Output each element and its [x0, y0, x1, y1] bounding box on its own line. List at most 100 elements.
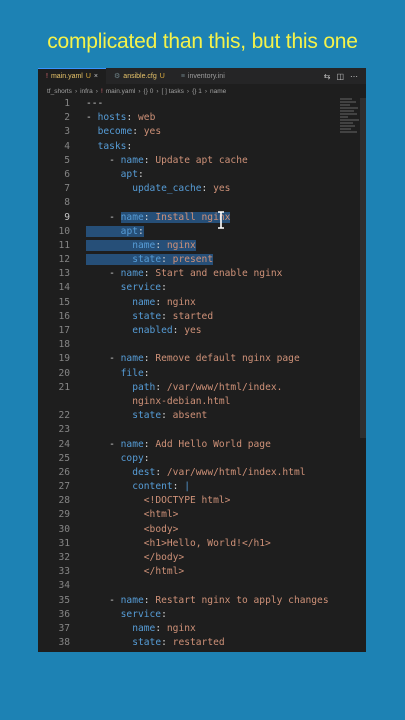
- code-line[interactable]: 32 </body>: [38, 551, 356, 565]
- code-line[interactable]: 14 service:: [38, 281, 356, 295]
- code-line[interactable]: 31 <h1>Hello, World!</h1>: [38, 537, 356, 551]
- yaml-file-icon: !: [100, 87, 103, 95]
- line-number: 30: [58, 523, 70, 535]
- yaml-key: name: [132, 239, 156, 251]
- yaml-value: nginx: [166, 239, 196, 251]
- minimap[interactable]: [340, 98, 360, 158]
- gear-icon: ⚙: [114, 73, 121, 80]
- yaml-value: absent: [172, 410, 208, 422]
- code-line[interactable]: 27 content: |: [38, 480, 356, 494]
- code-line[interactable]: 7 update_cache: yes: [38, 182, 356, 196]
- code-line[interactable]: 2 - hosts: web: [38, 111, 356, 125]
- tab-inventory-ini[interactable]: ≡ inventory.ini: [173, 68, 233, 84]
- code-area[interactable]: 1 --- 2- hosts: web 3 become: yes 4 tasks: 5 …: [38, 97, 356, 650]
- code-line[interactable]: 8: [38, 196, 356, 210]
- line-number: 34: [58, 580, 70, 592]
- code-line[interactable]: 26 dest: /var/www/html/index.html: [38, 466, 356, 480]
- code-line[interactable]: 28 <!DOCTYPE html>: [38, 494, 356, 508]
- code-line[interactable]: 4 tasks:: [38, 140, 356, 154]
- code-line[interactable]: 38 state: restarted: [38, 636, 356, 650]
- code-line[interactable]: 37 name: nginx: [38, 622, 356, 636]
- code-line[interactable]: 23: [38, 423, 356, 437]
- yaml-value: /var/www/html/index.html: [166, 466, 306, 478]
- yaml-value: Update apt cache: [155, 154, 248, 166]
- line-number: 10: [58, 225, 70, 237]
- code-line[interactable]: 11 name: nginx: [38, 239, 356, 253]
- video-caption: complicated than this, but this one: [47, 30, 358, 53]
- code-line[interactable]: 18: [38, 338, 356, 352]
- line-text: content: |: [86, 480, 190, 494]
- yaml-punct: [86, 325, 132, 336]
- close-tab-icon[interactable]: ×: [94, 73, 98, 80]
- line-text: become: yes: [86, 125, 162, 139]
- code-line[interactable]: 10 apt:: [38, 225, 356, 239]
- code-line[interactable]: 3 become: yes: [38, 125, 356, 139]
- yaml-punct: :: [138, 225, 144, 237]
- line-number: 17: [58, 325, 70, 336]
- yaml-key: content: [132, 481, 173, 493]
- line-text: <!DOCTYPE html>: [86, 494, 231, 508]
- code-line[interactable]: 35 - name: Restart nginx to apply change…: [38, 594, 356, 608]
- tab-main-yaml[interactable]: ! main.yaml U ×: [38, 68, 107, 84]
- yaml-key: dest: [132, 466, 156, 478]
- code-line[interactable]: 12 state: present: [38, 253, 356, 267]
- split-editor-icon[interactable]: ◫: [336, 72, 344, 81]
- yaml-punct: :: [143, 438, 156, 450]
- line-number: 18: [58, 339, 70, 351]
- yaml-punct: [109, 254, 133, 266]
- yaml-value: <body>: [143, 523, 179, 535]
- code-line[interactable]: 33 </html>: [38, 565, 356, 579]
- code-line[interactable]: 36 service:: [38, 608, 356, 622]
- breadcrumb-item[interactable]: {} 1: [192, 88, 202, 95]
- code-line[interactable]: 24 - name: Add Hello World page: [38, 438, 356, 452]
- code-line[interactable]: 29 <html>: [38, 508, 356, 522]
- line-text: - name: Update apt cache: [86, 154, 248, 168]
- line-text: file:: [86, 367, 150, 381]
- code-line[interactable]: 6 apt:: [38, 168, 356, 182]
- code-line[interactable]: 20 file:: [38, 367, 356, 381]
- yaml-value: <html>: [143, 509, 179, 521]
- code-line[interactable]: 22 state: absent: [38, 409, 356, 423]
- breadcrumb-item[interactable]: tf_shorts: [47, 88, 72, 95]
- line-number: 37: [58, 622, 70, 634]
- yaml-punct: [86, 225, 110, 237]
- breadcrumb-item[interactable]: name: [210, 88, 226, 95]
- yaml-value: started: [172, 310, 214, 322]
- code-line[interactable]: 16 state: started: [38, 310, 356, 324]
- yaml-punct: [86, 623, 132, 634]
- code-line[interactable]: nginx-debian.html: [38, 395, 356, 409]
- line-number: 31: [58, 537, 70, 549]
- yaml-key: name: [120, 268, 144, 280]
- breadcrumb-item[interactable]: infra: [80, 88, 93, 95]
- code-line[interactable]: 1 ---: [38, 97, 356, 111]
- code-line[interactable]: 5 - name: Update apt cache: [38, 154, 356, 168]
- compare-icon[interactable]: ⇆: [324, 72, 331, 81]
- yaml-punct: [86, 509, 144, 520]
- code-line[interactable]: 34: [38, 579, 356, 593]
- line-text: service:: [86, 608, 167, 622]
- yaml-value: nginx: [166, 622, 196, 634]
- yaml-punct: :: [143, 452, 150, 464]
- code-line[interactable]: 13 - name: Start and enable nginx: [38, 267, 356, 281]
- code-line[interactable]: 30 <body>: [38, 523, 356, 537]
- vertical-scrollbar[interactable]: [360, 98, 366, 438]
- code-line[interactable]: 21 path: /var/www/html/index.: [38, 381, 356, 395]
- code-line[interactable]: 15 name: nginx: [38, 296, 356, 310]
- yaml-key: state: [132, 410, 162, 422]
- code-editor[interactable]: ! main.yaml U × ⚙ ansible.cfg U ≡ invent…: [38, 68, 366, 652]
- code-line[interactable]: 25 copy:: [38, 452, 356, 466]
- code-line[interactable]: 9 - name: Install nginx: [38, 211, 356, 225]
- line-text: - hosts: web: [86, 111, 155, 125]
- breadcrumb-item[interactable]: {} 0: [144, 88, 154, 95]
- code-line[interactable]: 17 enabled: yes: [38, 324, 356, 338]
- line-text: update_cache: yes: [86, 182, 230, 196]
- tab-label: inventory.ini: [187, 72, 225, 80]
- code-line[interactable]: 19 - name: Remove default nginx page: [38, 352, 356, 366]
- more-actions-icon[interactable]: ⋯: [350, 72, 358, 81]
- line-text: name: nginx: [86, 296, 196, 310]
- tab-ansible-cfg[interactable]: ⚙ ansible.cfg U: [106, 68, 173, 84]
- line-number: 36: [58, 608, 70, 620]
- breadcrumb-item[interactable]: main.yaml: [106, 88, 136, 95]
- breadcrumb-item[interactable]: [ ] tasks: [161, 88, 183, 95]
- yaml-punct: :: [137, 168, 144, 180]
